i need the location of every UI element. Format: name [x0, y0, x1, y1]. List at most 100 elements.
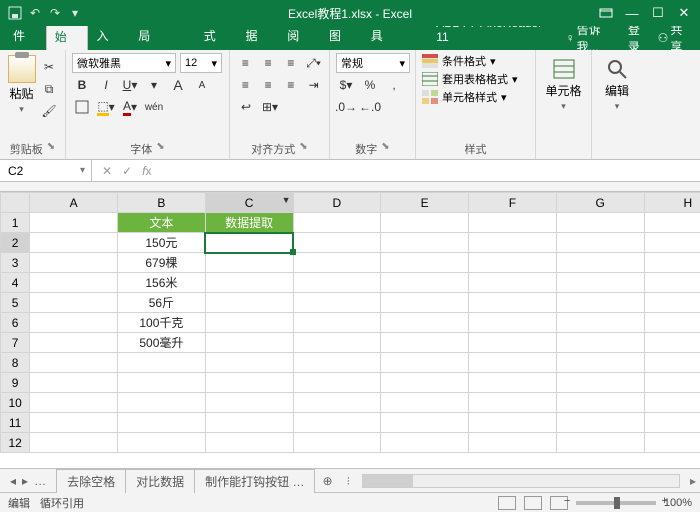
- row-header[interactable]: 4: [1, 273, 30, 293]
- name-box[interactable]: C2: [0, 160, 92, 181]
- cell[interactable]: [644, 293, 700, 313]
- col-header[interactable]: E: [381, 193, 469, 213]
- cell[interactable]: [556, 413, 644, 433]
- row-header[interactable]: 12: [1, 433, 30, 453]
- cell[interactable]: [469, 333, 557, 353]
- cell[interactable]: [469, 433, 557, 453]
- wrap-text-icon[interactable]: ↩: [236, 97, 256, 117]
- cell[interactable]: [469, 353, 557, 373]
- row-header[interactable]: 11: [1, 413, 30, 433]
- cell[interactable]: [118, 413, 206, 433]
- cell[interactable]: [381, 233, 469, 253]
- align-center-icon[interactable]: ≡: [259, 75, 278, 95]
- grow-font-button[interactable]: A: [168, 75, 188, 95]
- shrink-font-button[interactable]: A: [192, 75, 212, 95]
- cell[interactable]: [293, 293, 381, 313]
- cell[interactable]: [293, 273, 381, 293]
- row-header[interactable]: 7: [1, 333, 30, 353]
- decrease-decimal-icon[interactable]: ←.0: [360, 97, 380, 117]
- cell[interactable]: [30, 413, 118, 433]
- cell[interactable]: [30, 273, 118, 293]
- cell[interactable]: 679棵: [118, 253, 206, 273]
- cell[interactable]: [118, 373, 206, 393]
- col-header[interactable]: C▼: [205, 193, 293, 213]
- cell[interactable]: [644, 313, 700, 333]
- cell[interactable]: [293, 393, 381, 413]
- copy-icon[interactable]: ⧉: [39, 79, 59, 99]
- cell[interactable]: [644, 273, 700, 293]
- cell[interactable]: [556, 433, 644, 453]
- bold-button[interactable]: B: [72, 75, 92, 95]
- cell[interactable]: [205, 393, 293, 413]
- merge-center-icon[interactable]: ⊞▾: [260, 97, 280, 117]
- share-button[interactable]: ⚇ 共享: [658, 21, 694, 55]
- accounting-format-icon[interactable]: $▾: [336, 75, 356, 95]
- underline-button[interactable]: U▾: [120, 75, 140, 95]
- qat-customize-icon[interactable]: ▾: [68, 6, 82, 20]
- row-header[interactable]: 6: [1, 313, 30, 333]
- align-middle-icon[interactable]: ≡: [259, 53, 278, 73]
- select-all-corner[interactable]: [1, 193, 30, 213]
- cell[interactable]: [556, 273, 644, 293]
- font-dialog-icon[interactable]: ⬊: [156, 141, 164, 157]
- cell[interactable]: [293, 213, 381, 233]
- cell[interactable]: [30, 233, 118, 253]
- cell[interactable]: [30, 253, 118, 273]
- cell[interactable]: [644, 393, 700, 413]
- col-header[interactable]: B: [118, 193, 206, 213]
- maximize-icon[interactable]: ☐: [646, 3, 670, 23]
- insert-function-icon[interactable]: fx: [142, 164, 151, 178]
- cell[interactable]: [205, 313, 293, 333]
- cell[interactable]: [556, 233, 644, 253]
- number-format-select[interactable]: 常规▾: [336, 53, 410, 73]
- cell[interactable]: [118, 353, 206, 373]
- cell[interactable]: [118, 393, 206, 413]
- cell[interactable]: [644, 373, 700, 393]
- cells-button[interactable]: 单元格 ▾: [542, 53, 586, 117]
- cell[interactable]: [205, 233, 293, 253]
- cell[interactable]: [293, 353, 381, 373]
- cell[interactable]: [293, 433, 381, 453]
- cell[interactable]: 100千克: [118, 313, 206, 333]
- sheet-tab[interactable]: 去除空格: [56, 469, 126, 493]
- cell[interactable]: 150元: [118, 233, 206, 253]
- cell[interactable]: [30, 213, 118, 233]
- zoom-level[interactable]: 100%: [664, 497, 692, 509]
- cell[interactable]: [556, 333, 644, 353]
- cell[interactable]: [381, 273, 469, 293]
- view-normal-icon[interactable]: [498, 496, 516, 510]
- row-header[interactable]: 1: [1, 213, 30, 233]
- cell[interactable]: [381, 253, 469, 273]
- zoom-slider[interactable]: [576, 501, 656, 505]
- row-header[interactable]: 2: [1, 233, 30, 253]
- phonetic-button[interactable]: wén: [144, 97, 164, 117]
- cell[interactable]: [381, 213, 469, 233]
- cell[interactable]: [556, 253, 644, 273]
- undo-icon[interactable]: ↶: [28, 6, 42, 20]
- cell[interactable]: [556, 293, 644, 313]
- border-icon[interactable]: [72, 97, 92, 117]
- cell[interactable]: [644, 233, 700, 253]
- cell[interactable]: [556, 213, 644, 233]
- cell[interactable]: [556, 373, 644, 393]
- align-top-icon[interactable]: ≡: [236, 53, 255, 73]
- paste-button[interactable]: 粘贴 ▾: [6, 53, 37, 117]
- cell[interactable]: 156米: [118, 273, 206, 293]
- orientation-icon[interactable]: ⤢▾: [304, 53, 323, 73]
- row-header[interactable]: 9: [1, 373, 30, 393]
- view-page-layout-icon[interactable]: [524, 496, 542, 510]
- cell[interactable]: [644, 253, 700, 273]
- italic-button[interactable]: I: [96, 75, 116, 95]
- row-header[interactable]: 10: [1, 393, 30, 413]
- font-name-select[interactable]: 微软雅黑▾: [72, 53, 176, 73]
- cell[interactable]: [30, 433, 118, 453]
- cell[interactable]: 500毫升: [118, 333, 206, 353]
- sheet-tab[interactable]: 制作能打钩按钮 …: [194, 469, 315, 493]
- percent-format-icon[interactable]: %: [360, 75, 380, 95]
- redo-icon[interactable]: ↷: [48, 6, 62, 20]
- cell[interactable]: 文本: [118, 213, 206, 233]
- minimize-icon[interactable]: —: [620, 3, 644, 23]
- cell[interactable]: [469, 313, 557, 333]
- conditional-format-button[interactable]: 条件格式▾: [422, 53, 529, 69]
- cell[interactable]: [381, 413, 469, 433]
